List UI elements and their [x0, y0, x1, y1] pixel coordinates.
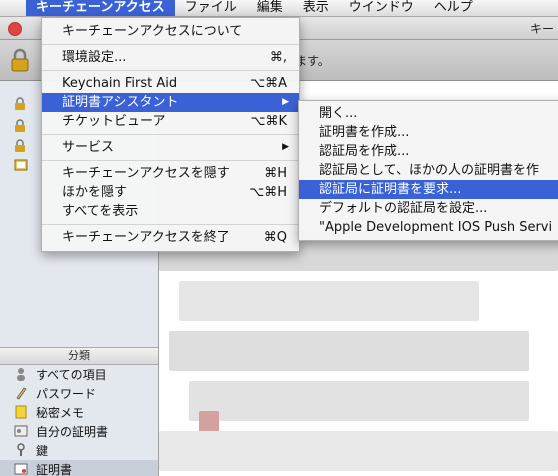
submenu-item-create-certificate[interactable]: 証明書を作成... [299, 123, 558, 142]
menu-item-hide-keychain-access[interactable]: キーチェーンアクセスを隠す ⌘H [42, 164, 299, 183]
menu-item-label: 認証局として、ほかの人の証明書を作 [319, 163, 539, 178]
menu-item-label: キーチェーンアクセスを終了 [62, 230, 230, 245]
key-icon [14, 443, 28, 457]
menubar-item-edit[interactable]: 編集 [247, 0, 293, 16]
toolbar-message: ます。 [295, 54, 330, 68]
screen: キーチェーンアクセス ファイル 編集 表示 ウインドウ ヘルプ キー ます。 分… [0, 0, 558, 476]
category-secure-notes[interactable]: 秘密メモ [0, 403, 158, 421]
menu-item-shortcut: ⌘, [269, 50, 287, 65]
submenu-arrow-icon: ▶ [282, 97, 289, 107]
menu-separator [42, 134, 299, 135]
submenu-item-open[interactable]: 開く... [299, 104, 558, 123]
menu-item-label: 証明書アシスタント [62, 95, 179, 110]
keychain-lock-icon[interactable] [14, 119, 26, 133]
id-card-icon [14, 424, 28, 438]
menu-item-label: サービス [62, 140, 115, 155]
menubar-item-view[interactable]: 表示 [293, 0, 339, 16]
menu-separator [42, 44, 299, 45]
category-label: 証明書 [36, 462, 73, 476]
menu-item-label: キーチェーンアクセスを隠す [62, 166, 230, 181]
keychain-folder-icon[interactable] [14, 159, 28, 171]
submenu-item-set-default-ca[interactable]: デフォルトの認証局を設定... [299, 199, 558, 218]
blurred-row [179, 281, 479, 321]
category-label: 秘密メモ [36, 405, 85, 420]
person-icon [14, 367, 28, 381]
category-label: 鍵 [36, 443, 49, 458]
menu-item-shortcut: ⌥⌘K [250, 114, 287, 129]
menu-item-keychain-first-aid[interactable]: Keychain First Aid ⌥⌘A [42, 74, 299, 93]
menu-item-label: Keychain First Aid [62, 76, 178, 91]
category-label: 自分の証明書 [36, 424, 109, 439]
menu-item-show-all[interactable]: すべてを表示 [42, 202, 299, 221]
submenu-item-ca-create-for-others[interactable]: 認証局として、ほかの人の証明書を作 [299, 161, 558, 180]
menu-item-label: すべてを表示 [62, 204, 139, 219]
menu-item-shortcut: ⌘H [264, 166, 287, 181]
submenu-item-apple-push-service[interactable]: "Apple Development IOS Push Servi [299, 218, 558, 237]
menu-item-label: 認証局に証明書を要求... [319, 182, 462, 197]
blurred-row [189, 381, 529, 421]
submenu-arrow-icon: ▶ [282, 142, 289, 152]
menu-separator [42, 224, 299, 225]
menu-item-label: 環境設定... [62, 50, 127, 65]
menu-item-label: 開く... [319, 106, 358, 121]
submenu-item-request-certificate-from-ca[interactable]: 認証局に証明書を要求... [299, 180, 558, 199]
keychain-lock-icon[interactable] [14, 97, 26, 111]
menu-item-shortcut: ⌘Q [263, 230, 287, 245]
keychain-access-menu: キーチェーンアクセスについて 環境設定... ⌘, Keychain First… [41, 17, 300, 252]
certificate-icon [14, 462, 28, 476]
menu-item-shortcut: ⌥⌘A [250, 76, 287, 91]
category-keys[interactable]: 鍵 [0, 441, 158, 459]
menu-item-services[interactable]: サービス ▶ [42, 138, 299, 157]
category-my-certificates[interactable]: 自分の証明書 [0, 422, 158, 440]
menubar-item-window[interactable]: ウインドウ [339, 0, 424, 16]
keychain-lock-icon[interactable] [14, 139, 26, 153]
certificate-assistant-submenu: 開く... 証明書を作成... 認証局を作成... 認証局として、ほかの人の証明… [298, 100, 558, 241]
lock-icon[interactable] [10, 48, 30, 72]
submenu-item-create-ca[interactable]: 認証局を作成... [299, 142, 558, 161]
category-section-header: 分類 [0, 347, 158, 365]
menu-item-about[interactable]: キーチェーンアクセスについて [42, 22, 299, 41]
category-label: すべての項目 [36, 367, 107, 382]
menubar-item-file[interactable]: ファイル [175, 0, 247, 16]
category-all-items[interactable]: すべての項目 [0, 365, 158, 383]
close-window-button[interactable] [8, 22, 22, 36]
menu-item-shortcut: ⌥⌘H [249, 185, 287, 200]
note-icon [14, 405, 28, 419]
menu-item-label: キーチェーンアクセスについて [62, 24, 243, 39]
category-certificates[interactable]: 証明書 [0, 460, 158, 476]
menu-bar: キーチェーンアクセス ファイル 編集 表示 ウインドウ ヘルプ [0, 0, 558, 17]
menu-item-preferences[interactable]: 環境設定... ⌘, [42, 48, 299, 67]
menu-item-ticket-viewer[interactable]: チケットビューア ⌥⌘K [42, 112, 299, 131]
window-title: キー [529, 22, 554, 36]
menu-item-label: "Apple Development IOS Push Servi [319, 220, 553, 235]
blurred-row [159, 431, 558, 471]
menu-item-certificate-assistant[interactable]: 証明書アシスタント ▶ [42, 93, 299, 112]
category-passwords[interactable]: パスワード [0, 384, 158, 402]
menu-item-label: チケットビューア [62, 114, 166, 129]
menu-separator [42, 70, 299, 71]
menu-item-quit[interactable]: キーチェーンアクセスを終了 ⌘Q [42, 228, 299, 247]
menu-separator [42, 160, 299, 161]
menu-item-label: デフォルトの認証局を設定... [319, 201, 488, 216]
menu-item-label: ほかを隠す [62, 185, 128, 200]
category-label: パスワード [36, 386, 97, 401]
blurred-row [169, 331, 529, 371]
menu-item-hide-others[interactable]: ほかを隠す ⌥⌘H [42, 183, 299, 202]
menubar-item-help[interactable]: ヘルプ [424, 0, 483, 16]
pencil-icon [14, 386, 28, 400]
menu-item-label: 証明書を作成... [319, 125, 410, 140]
menu-item-label: 認証局を作成... [319, 144, 410, 159]
menubar-item-keychain-access[interactable]: キーチェーンアクセス [26, 0, 175, 16]
